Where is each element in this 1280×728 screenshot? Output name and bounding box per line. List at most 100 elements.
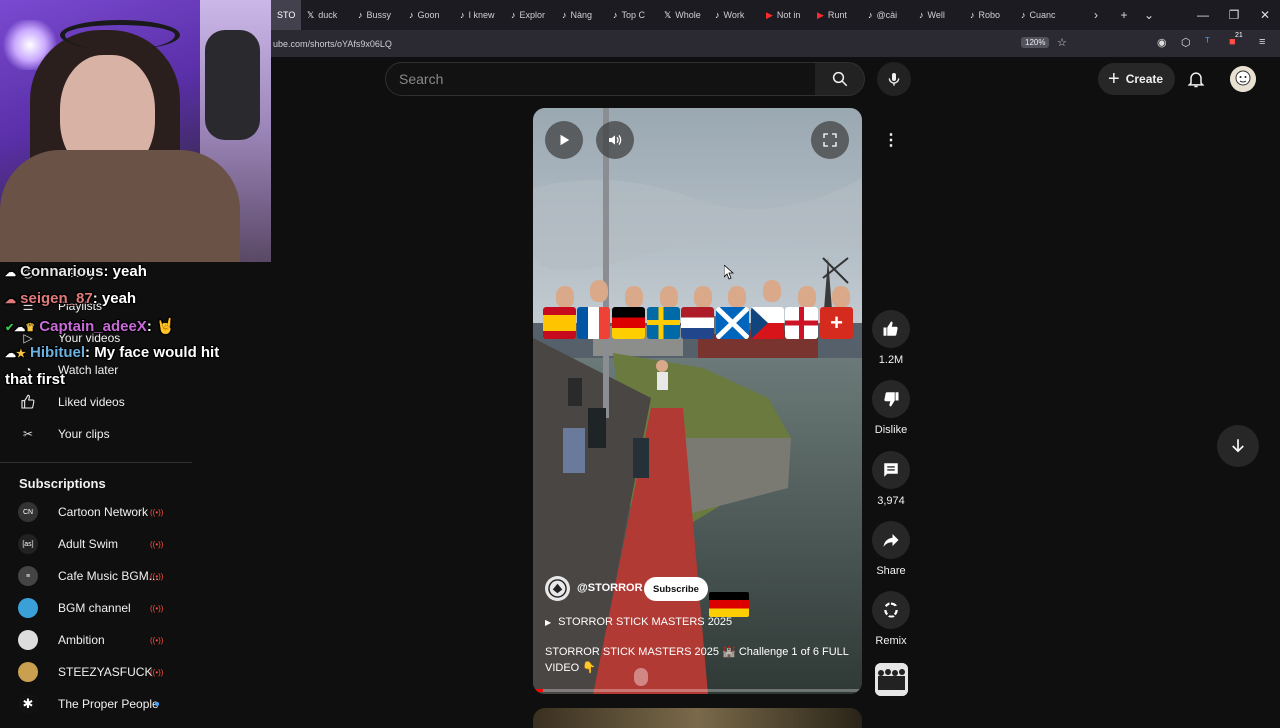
next-video-button[interactable]: [1217, 425, 1259, 467]
mouse-cursor-icon: [723, 264, 735, 285]
more-options-button[interactable]: ⋮: [872, 121, 910, 159]
subscription-item[interactable]: [as] Adult Swim ((•)): [18, 528, 193, 560]
fullscreen-button[interactable]: [811, 121, 849, 159]
subscription-item[interactable]: STEEZYASFUCK ((•)): [18, 656, 193, 688]
browser-tab[interactable]: STO✕: [271, 0, 301, 30]
dislike-button[interactable]: [872, 380, 910, 418]
remix-button[interactable]: [872, 591, 910, 629]
search-button[interactable]: [815, 62, 865, 96]
channel-handle[interactable]: @STORROR: [577, 582, 643, 594]
browser-tab[interactable]: 𝕏 Whole: [658, 0, 709, 30]
remix-icon: [884, 602, 898, 618]
live-icon: ((•)): [150, 667, 164, 677]
chat-message: ☁★ Hibituel: My face would hit: [5, 344, 220, 361]
comments-button[interactable]: [872, 451, 910, 489]
browser-tab[interactable]: ♪ I knew: [454, 0, 505, 30]
tab-scroll-right-icon[interactable]: ›: [1084, 0, 1108, 30]
short-video-player[interactable]: + @STORROR Subscribe ▶ STORROR STICK MAS…: [533, 108, 862, 694]
browser-tab[interactable]: ♪ Nàng: [556, 0, 607, 30]
extensions-icon[interactable]: ⬡: [1181, 36, 1191, 49]
germany-flag-icon: [709, 592, 749, 617]
browser-tab[interactable]: ♪ Cuanc: [1015, 0, 1066, 30]
avatar[interactable]: [1230, 66, 1256, 92]
czech-flag-icon: [751, 307, 784, 339]
account-icon[interactable]: ◉: [1157, 36, 1167, 49]
browser-tab[interactable]: ♪ Top C: [607, 0, 658, 30]
tab-list-icon[interactable]: ⌄: [1133, 0, 1165, 30]
channel-avatar: ✱: [18, 694, 38, 714]
browser-tab[interactable]: ♪ Work: [709, 0, 760, 30]
volume-button[interactable]: [596, 121, 634, 159]
live-icon: ((•)): [150, 571, 164, 581]
browser-tab[interactable]: ♪ Bussy: [352, 0, 403, 30]
channel-avatar[interactable]: [545, 576, 570, 601]
sidebar-item-your-clips[interactable]: ✂ Your clips: [18, 418, 193, 450]
browser-tab[interactable]: ♪ Well: [913, 0, 964, 30]
window-close-icon[interactable]: ✕: [1249, 0, 1280, 30]
minimize-icon[interactable]: —: [1187, 0, 1219, 30]
browser-tab[interactable]: ♪ Robo: [964, 0, 1015, 30]
tiktok-icon: ♪: [970, 10, 975, 20]
address-bar: ube.com/shorts/oYAfs9x06LQ 120% ☆ ◉ ⬡ ᵀ …: [271, 30, 1280, 57]
x-icon: 𝕏: [307, 9, 315, 20]
progress-fill: [533, 689, 543, 692]
tiktok-icon: ♪: [409, 10, 414, 20]
sidebar-divider: [0, 462, 192, 463]
subscription-item[interactable]: Ambition ((•)): [18, 624, 193, 656]
bookmark-star-icon[interactable]: ☆: [1057, 36, 1067, 49]
maximize-icon[interactable]: ❐: [1218, 0, 1250, 30]
spain-flag-icon: [543, 307, 576, 339]
netherlands-flag-icon: [681, 307, 714, 339]
tiktok-icon: ♪: [1021, 10, 1026, 20]
subscription-item[interactable]: ✱ The Proper People: [18, 688, 193, 720]
notifications-button[interactable]: [1186, 69, 1206, 94]
webcam-overlay: [0, 0, 271, 262]
comment-icon: [884, 463, 898, 477]
sound-thumbnail[interactable]: [875, 663, 908, 696]
youtube-icon: ▶: [766, 9, 773, 20]
france-flag-icon: [577, 307, 610, 339]
play-button[interactable]: [545, 121, 583, 159]
badge-icon: ☁: [5, 294, 16, 306]
channel-avatar: [18, 598, 38, 618]
search-input[interactable]: Search: [385, 62, 816, 96]
moderator-badge-icon: ✔: [5, 322, 15, 334]
browser-tab[interactable]: ♪ @cài: [862, 0, 913, 30]
create-button[interactable]: + Create: [1098, 63, 1176, 95]
next-short-preview[interactable]: [533, 708, 862, 728]
live-icon: ((•)): [150, 539, 164, 549]
switzerland-flag-icon: +: [820, 307, 853, 339]
browser-tab[interactable]: 𝕏duck: [301, 0, 352, 30]
subscription-item[interactable]: CN Cartoon Network ((•)): [18, 496, 193, 528]
channel-avatar: [as]: [18, 534, 38, 554]
extension-badge-count: 21: [1235, 32, 1243, 39]
progress-bar[interactable]: [533, 689, 862, 692]
browser-tab[interactable]: ▶ Runt: [811, 0, 862, 30]
voice-search-button[interactable]: [877, 62, 911, 96]
thumbs-down-icon: [884, 392, 899, 407]
subscription-item[interactable]: BGM channel ((•)): [18, 592, 193, 624]
tiktok-icon: ♪: [562, 10, 567, 20]
url-field[interactable]: ube.com/shorts/oYAfs9x06LQ: [273, 39, 392, 49]
channel-avatar: [18, 630, 38, 650]
zoom-level[interactable]: 120%: [1021, 37, 1050, 48]
like-button[interactable]: [872, 310, 910, 348]
browser-tab[interactable]: ♪ Explor: [505, 0, 556, 30]
like-count: 1.2M: [878, 354, 904, 366]
sidebar-item-liked-videos[interactable]: Liked videos: [18, 386, 193, 418]
video-scrubber[interactable]: [634, 668, 648, 686]
menu-icon[interactable]: ≡: [1259, 36, 1265, 48]
germany-flag-icon: [612, 307, 645, 339]
playlist-link[interactable]: ▶ STORROR STICK MASTERS 2025: [545, 616, 732, 628]
translate-extension-icon[interactable]: ᵀ: [1205, 36, 1210, 48]
crown-icon: ♛: [25, 322, 36, 334]
share-button[interactable]: [872, 521, 910, 559]
browser-tab[interactable]: ▶ Not in: [760, 0, 811, 30]
browser-tab[interactable]: ♪ Goon: [403, 0, 454, 30]
subscription-item[interactable]: ≡ Cafe Music BGM... ((•)): [18, 560, 193, 592]
like-icon: [18, 392, 38, 412]
subscribe-button[interactable]: Subscribe: [644, 577, 708, 601]
tiktok-icon: ♪: [613, 10, 618, 20]
arrow-down-icon: [1232, 439, 1244, 453]
share-label: Share: [876, 565, 906, 577]
